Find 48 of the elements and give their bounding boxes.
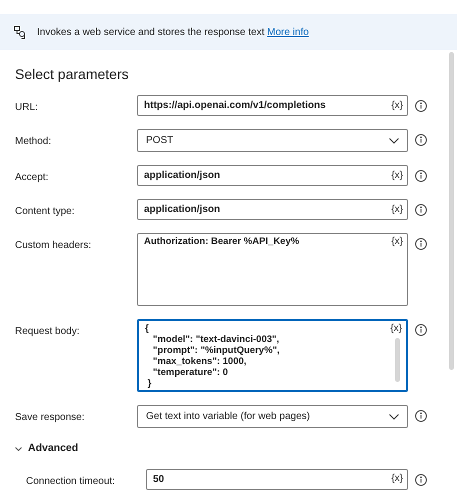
field-label: URL: (15, 101, 39, 115)
more-info-link[interactable]: More info (267, 26, 309, 38)
chevron-down-icon (15, 446, 22, 451)
info-icon[interactable] (415, 204, 427, 216)
dropdown[interactable]: POST (137, 129, 408, 152)
field-value: application/json (144, 203, 220, 217)
input-field[interactable]: application/json {x} (137, 165, 408, 186)
dropdown-value: Get text into variable (for web pages) (146, 410, 310, 424)
field-label: Request body: (15, 325, 80, 339)
scrollbar[interactable] (395, 338, 400, 382)
web-service-icon (14, 26, 27, 38)
info-icon[interactable] (415, 238, 427, 250)
field-value: Authorization: Bearer %API_Key% (144, 236, 300, 247)
info-icon[interactable] (415, 474, 427, 486)
text-area[interactable]: { "model": "text-davinci-003", "prompt": "%inputQuery%", "max_tokens": 1000, "temperature": 0 } {x} (137, 319, 408, 392)
field-label: Connection timeout: (26, 474, 116, 489)
variable-button[interactable]: {x} (391, 100, 403, 112)
field-value: { "model": "text-davinci-003", "prompt": "%inputQuery%", "max_tokens": 1000, "temperature": 0 } (145, 323, 280, 389)
scrollbar[interactable] (449, 52, 454, 370)
dropdown[interactable]: Get text into variable (for web pages) (137, 405, 408, 428)
info-icon[interactable] (415, 324, 427, 336)
field-value: 50 (153, 472, 164, 487)
field-label: Content type: (15, 205, 76, 219)
chevron-down-icon (389, 138, 399, 144)
advanced-toggle[interactable]: Advanced (0, 441, 447, 457)
chevron-down-icon (389, 414, 399, 420)
description-text: Invokes a web service and stores the response text More info (37, 26, 309, 40)
field-value: application/json (144, 169, 220, 183)
input-field[interactable]: https://api.openai.com/v1/completions {x} (137, 95, 408, 116)
variable-button[interactable]: {x} (391, 170, 403, 182)
section-title: Select parameters (14, 65, 130, 84)
variable-button[interactable]: {x} (390, 323, 402, 335)
field-label: Custom headers: (15, 239, 92, 253)
info-icon[interactable] (415, 170, 427, 182)
info-icon[interactable] (415, 100, 427, 112)
info-icon[interactable] (415, 134, 427, 146)
input-field[interactable]: 50 {x} (146, 468, 408, 490)
input-field[interactable]: application/json {x} (137, 199, 408, 220)
variable-button[interactable]: {x} (391, 204, 403, 216)
variable-button[interactable]: {x} (391, 473, 403, 486)
variable-button[interactable]: {x} (391, 236, 403, 248)
field-label: Save response: (15, 411, 86, 425)
field-value: https://api.openai.com/v1/completions (144, 99, 326, 113)
field-label: Accept: (15, 171, 50, 185)
info-icon[interactable] (415, 410, 427, 422)
text-area[interactable]: Authorization: Bearer %API_Key% {x} (137, 233, 408, 306)
field-label: Method: (15, 135, 52, 149)
dropdown-value: POST (146, 134, 174, 148)
